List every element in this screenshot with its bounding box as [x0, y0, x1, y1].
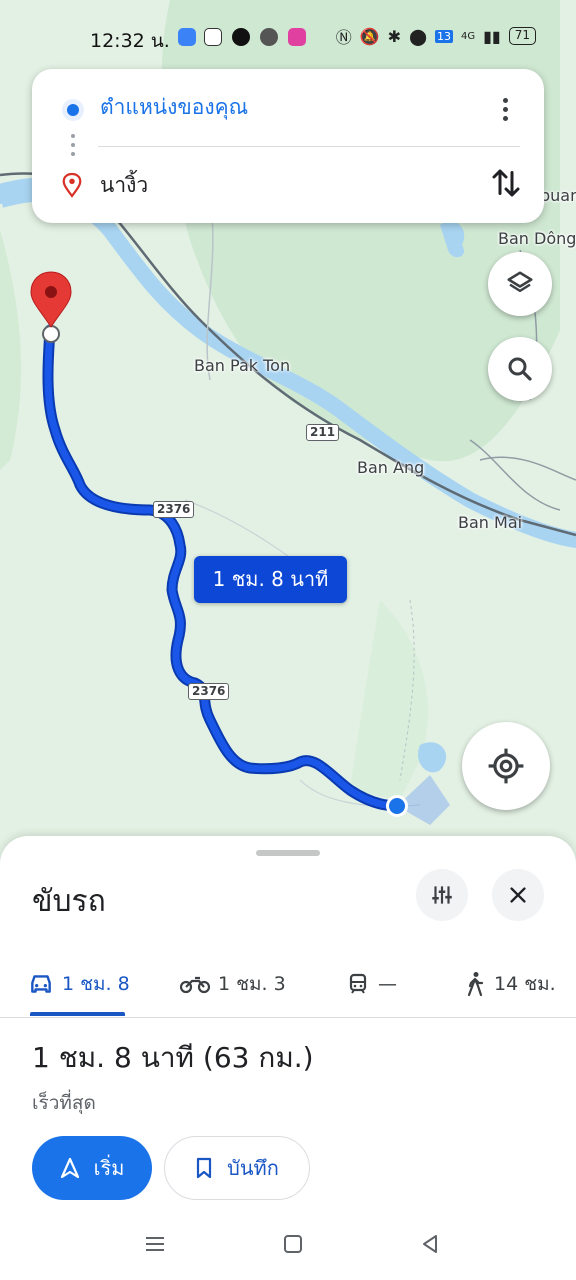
- drag-handle[interactable]: [256, 850, 320, 856]
- place-label-ban-dong[interactable]: Ban Dông: [498, 229, 576, 248]
- navigation-arrow-icon: [60, 1157, 79, 1179]
- tab-transit[interactable]: —: [346, 954, 397, 1014]
- origin-field[interactable]: ตำแหน่งของคุณ: [100, 91, 248, 124]
- tab-motorcycle-label: 1 ชม. 3: [218, 973, 286, 995]
- tab-motorcycle[interactable]: 1 ชม. 3: [180, 954, 286, 1014]
- signal-badge: 13: [434, 29, 453, 43]
- status-indicators: Ⓝ 🔕 ✱ ⬤ 13 4G ▮▮ 71: [336, 24, 536, 48]
- active-tab-indicator: [30, 1012, 125, 1016]
- layers-button[interactable]: [488, 252, 552, 316]
- back-icon[interactable]: [418, 1232, 442, 1256]
- notification-app-icon: [260, 28, 278, 46]
- status-time: 12:32 น.: [90, 30, 170, 52]
- route-summary: 1 ชม. 8 นาที (63 กม.): [32, 1041, 314, 1074]
- search-along-route-button[interactable]: [488, 337, 552, 401]
- line-icon: [232, 28, 250, 46]
- mute-icon: 🔕: [359, 26, 380, 46]
- close-icon: [510, 887, 526, 903]
- place-label-ban-pak-ton[interactable]: Ban Pak Ton: [194, 356, 290, 375]
- route-duration-callout[interactable]: 1 ชม. 8 นาที: [194, 556, 347, 603]
- notification-app-icon: [288, 28, 306, 46]
- tiktok-icon: [204, 28, 222, 46]
- tab-driving[interactable]: 1 ชม. 8: [28, 954, 130, 1014]
- search-icon: [508, 357, 532, 381]
- swap-vertical-icon: [492, 169, 520, 197]
- place-label-ban-mai[interactable]: Ban Mai: [458, 513, 522, 532]
- origin-dot-icon: [62, 99, 84, 121]
- route-search-card: ตำแหน่งของคุณ นางิ้ว: [32, 69, 544, 223]
- network-type: 4G: [460, 30, 476, 42]
- my-location-button[interactable]: [462, 722, 550, 810]
- travel-mode-tabs: 1 ชม. 8 1 ชม. 3 — 14 ชม.: [0, 954, 576, 1018]
- divider: [0, 1017, 576, 1018]
- walk-icon: [467, 972, 484, 997]
- destination-field[interactable]: นางิ้ว: [100, 169, 148, 202]
- start-navigation-button[interactable]: เริ่ม: [32, 1136, 152, 1200]
- road-shield-2376: 2376: [188, 683, 230, 700]
- signal-icon: ▮▮: [483, 26, 501, 46]
- place-label-edge: puan: [540, 186, 576, 205]
- nfc-icon: Ⓝ: [335, 28, 352, 47]
- menu-icon[interactable]: [143, 1232, 167, 1256]
- road-shield-2376: 2376: [153, 501, 195, 518]
- close-button[interactable]: [492, 869, 544, 921]
- destination-pin-icon: [62, 172, 82, 198]
- status-bar: 12:32 น. Ⓝ 🔕 ✱ ⬤ 13 4G ▮▮ 71: [0, 18, 576, 56]
- route-options-button[interactable]: [416, 869, 468, 921]
- layers-icon: [507, 271, 533, 293]
- save-button-label: บันทึก: [227, 1156, 279, 1180]
- tab-walking-label: 14 ชม.: [494, 973, 556, 995]
- motorcycle-icon: [180, 976, 210, 994]
- divider: [98, 146, 520, 147]
- swap-origin-destination-button[interactable]: [488, 165, 524, 201]
- crosshair-icon: [488, 748, 524, 784]
- bookmark-icon: [197, 1157, 212, 1179]
- system-navigation-bar: [0, 1216, 576, 1280]
- place-label-ban-ang[interactable]: Ban Ang: [357, 458, 424, 477]
- start-button-label: เริ่ม: [93, 1156, 125, 1180]
- battery-indicator: 71: [508, 27, 536, 45]
- save-route-button[interactable]: บันทึก: [164, 1136, 310, 1200]
- train-icon: [349, 973, 367, 994]
- location-icon: ⬤: [409, 26, 427, 46]
- home-icon[interactable]: [281, 1232, 305, 1256]
- sheet-title: ขับรถ: [32, 884, 106, 919]
- bluetooth-icon: ✱: [387, 26, 402, 46]
- tune-icon: [432, 886, 452, 904]
- route-connector-icon: [71, 134, 75, 161]
- more-options-button[interactable]: [494, 93, 516, 125]
- car-icon: [31, 975, 51, 993]
- notification-app-icon: [178, 28, 196, 46]
- tab-driving-label: 1 ชม. 8: [62, 973, 130, 995]
- tab-walking[interactable]: 14 ชม.: [464, 954, 556, 1014]
- directions-bottom-sheet: ขับรถ 1 ชม. 8 1 ชม. 3 — 14 ชม. 1 ชม. 8 น…: [0, 836, 576, 1280]
- road-shield-211: 211: [306, 424, 340, 441]
- route-subtitle: เร็วที่สุด: [32, 1092, 96, 1114]
- tab-transit-label: —: [378, 973, 397, 995]
